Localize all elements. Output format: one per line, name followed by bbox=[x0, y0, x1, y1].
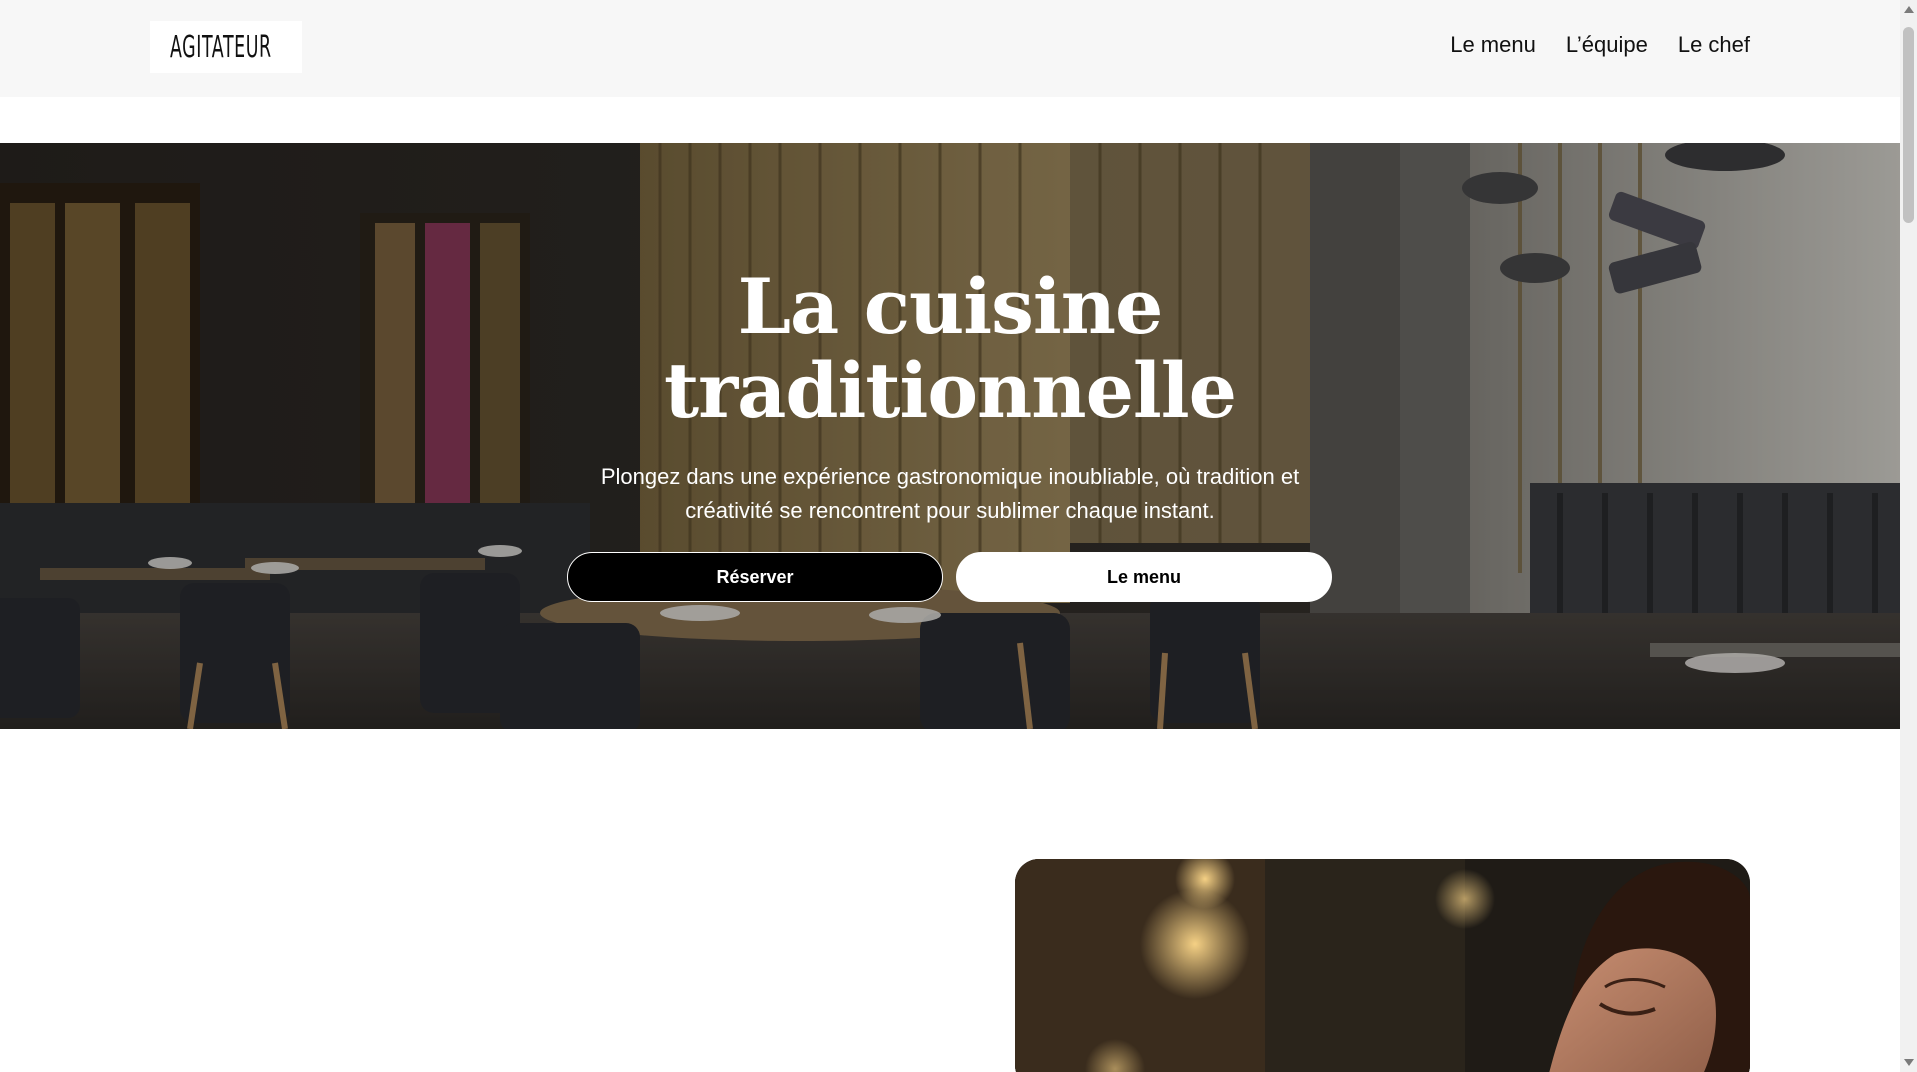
reserve-button[interactable]: Réserver bbox=[567, 552, 943, 602]
logo-text: AGITATEUR bbox=[170, 29, 272, 65]
main-nav: Le menu L’équipe Le chef bbox=[1450, 32, 1750, 58]
vertical-scrollbar[interactable] bbox=[1900, 0, 1917, 1072]
menu-button[interactable]: Le menu bbox=[956, 552, 1332, 602]
nav-link-menu[interactable]: Le menu bbox=[1450, 32, 1536, 58]
hero-title-line1: La cuisine bbox=[737, 262, 1164, 351]
nav-link-chef[interactable]: Le chef bbox=[1678, 32, 1750, 58]
hero-section: La cuisine traditionnelle Plongez dans u… bbox=[0, 143, 1900, 729]
nav-link-team[interactable]: L’équipe bbox=[1566, 32, 1648, 58]
woman-dining-photo bbox=[1015, 859, 1750, 1072]
hero-overlay bbox=[0, 143, 1900, 729]
page: AGITATEUR Le menu L’équipe Le chef La cu… bbox=[0, 0, 1917, 1072]
feature-photo bbox=[1015, 859, 1750, 1072]
site-header: AGITATEUR Le menu L’équipe Le chef bbox=[0, 0, 1900, 97]
scroll-up-arrow-icon[interactable] bbox=[1904, 6, 1914, 13]
logo[interactable]: AGITATEUR bbox=[150, 21, 302, 73]
hero-subtitle: Plongez dans une expérience gastronomiqu… bbox=[600, 464, 1300, 523]
scroll-thumb[interactable] bbox=[1903, 27, 1914, 223]
hero-title-line2: traditionnelle bbox=[663, 346, 1237, 435]
hero-title: La cuisine traditionnelle bbox=[0, 265, 1900, 433]
scroll-down-arrow-icon[interactable] bbox=[1904, 1059, 1914, 1066]
